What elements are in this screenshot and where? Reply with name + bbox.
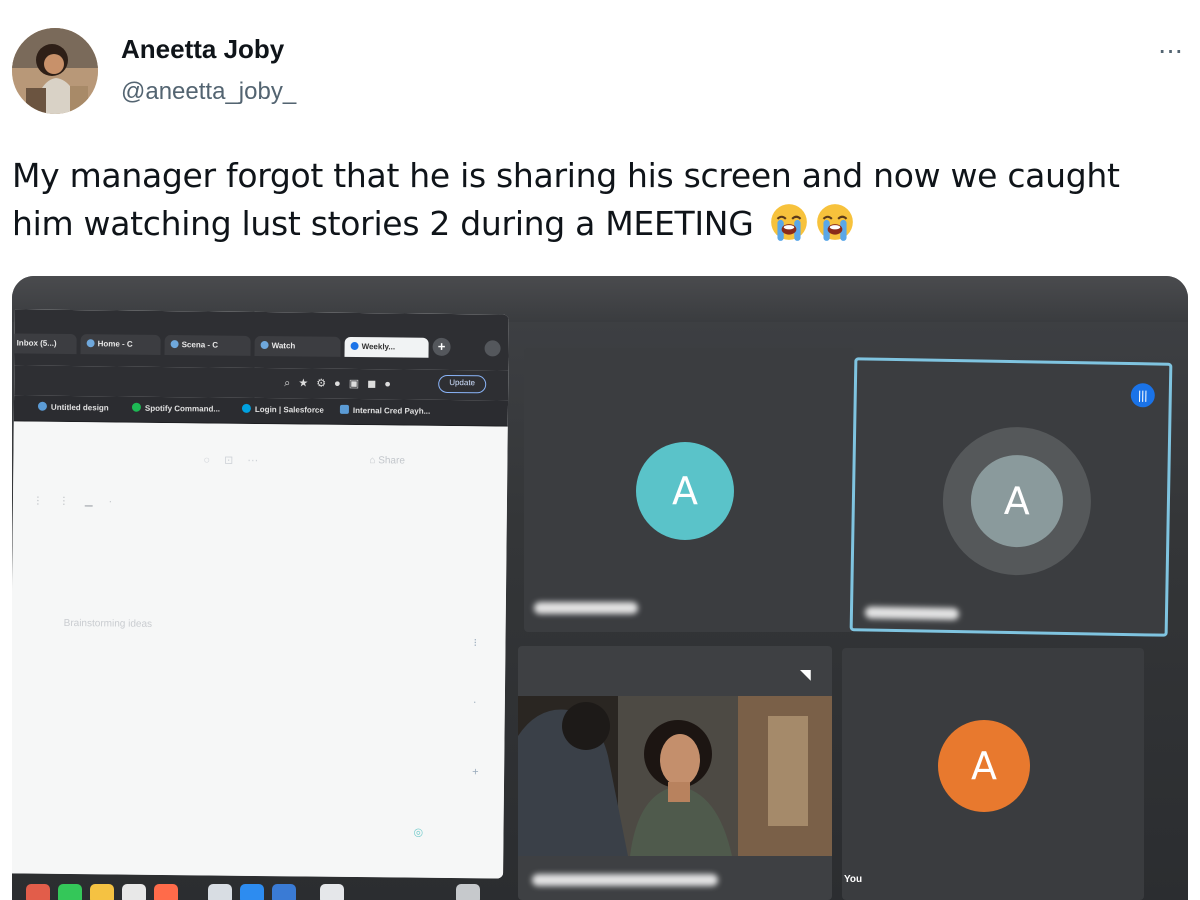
tab-favicon-icon — [86, 339, 95, 348]
dock-app-icon[interactable] — [272, 884, 296, 900]
browser-tab-active[interactable]: Weekly... — [344, 336, 429, 358]
participant-avatar: A — [636, 442, 734, 540]
macos-dock — [20, 880, 490, 900]
dock-app-icon[interactable] — [154, 884, 178, 900]
browser-tabbar: Inbox (5...) Home - C Scena - C Watch We… — [12, 309, 509, 371]
tab-search-button[interactable] — [484, 340, 501, 357]
tab-favicon-icon — [350, 341, 359, 351]
toolbar-icons: ⌕★⚙●▣◼● — [284, 377, 399, 391]
sidebar-dot-icon[interactable]: · — [473, 696, 477, 708]
loudly-crying-face-icon — [816, 204, 853, 241]
target-icon[interactable]: ◎ — [413, 826, 423, 839]
bookmark-item[interactable]: Login | Salesforce — [241, 403, 324, 415]
dock-app-icon[interactable] — [320, 884, 344, 900]
new-tab-button[interactable]: + — [432, 337, 451, 356]
page-tool-icons: ○⊡⋯ — [203, 454, 273, 468]
add-icon[interactable]: + — [472, 766, 479, 778]
bookmark-icon — [37, 401, 48, 411]
video-frame — [518, 696, 832, 856]
bookmark-icon — [339, 404, 349, 414]
tweet-text: My manager forgot that he is sharing his… — [12, 152, 1188, 248]
bookmark-item[interactable]: Untitled design — [37, 401, 109, 412]
loudly-crying-face-icon — [770, 204, 807, 241]
share-button[interactable]: ⌂ Share — [369, 455, 405, 466]
presenter-name-blurred — [532, 874, 718, 886]
dock-app-icon[interactable] — [90, 884, 114, 900]
trash-icon[interactable] — [456, 884, 480, 900]
bookmark-item[interactable]: Spotify Command... — [131, 402, 220, 414]
dock-app-icon[interactable] — [208, 884, 232, 900]
display-name[interactable]: Aneetta Joby — [121, 34, 284, 65]
shared-browser-window: Inbox (5...) Home - C Scena - C Watch We… — [12, 309, 509, 879]
sidebar-dot-icon[interactable]: ⁝ — [473, 636, 477, 649]
bookmark-icon — [241, 403, 251, 413]
participant-name-blurred — [864, 606, 960, 621]
self-tile[interactable]: A You — [842, 648, 1144, 900]
participant-tile[interactable]: A — [524, 348, 854, 632]
dock-app-icon[interactable] — [58, 884, 82, 900]
active-speaker-tile[interactable]: ||| A — [849, 357, 1173, 637]
browser-tab[interactable]: Inbox (5...) — [12, 333, 77, 355]
self-label: You — [844, 874, 863, 885]
participant-name-blurred — [534, 602, 638, 614]
browser-tab[interactable]: Watch — [254, 335, 341, 357]
browser-tab[interactable]: Scena - C — [164, 334, 251, 356]
tweet-photo[interactable]: Inbox (5...) Home - C Scena - C Watch We… — [12, 276, 1188, 900]
more-options-button[interactable]: ··· — [1150, 30, 1190, 70]
self-avatar: A — [938, 720, 1030, 812]
dock-app-icon[interactable] — [122, 884, 146, 900]
speaking-indicator-icon: ||| — [1130, 383, 1156, 408]
tweet-body: My manager forgot that he is sharing his… — [12, 156, 1120, 243]
page-placeholder-text: Brainstorming ideas — [63, 617, 153, 630]
user-handle[interactable]: @aneetta_joby_ — [121, 78, 296, 106]
page-toolbar-icons: ⋮⋮▁· — [32, 495, 129, 508]
update-button[interactable]: Update — [438, 374, 487, 394]
dock-app-icon[interactable] — [26, 884, 50, 900]
presentation-tile[interactable]: ◥ — [518, 646, 832, 900]
bookmark-icon — [131, 402, 141, 412]
tab-favicon-icon — [170, 340, 179, 349]
profile-avatar[interactable] — [12, 28, 98, 114]
dock-app-icon[interactable] — [240, 884, 264, 900]
tab-favicon-icon — [260, 341, 269, 350]
shared-page-content: ○⊡⋯ ⌂ Share ⋮⋮▁· Brainstorming ideas ⁝ ·… — [12, 421, 508, 879]
bookmark-item[interactable]: Internal Cred Payh... — [339, 404, 430, 416]
more-options-icon: ··· — [1157, 34, 1184, 65]
browser-tab[interactable]: Home - C — [80, 334, 161, 355]
video-still — [518, 696, 832, 856]
mic-off-icon: ◥ — [800, 666, 811, 682]
